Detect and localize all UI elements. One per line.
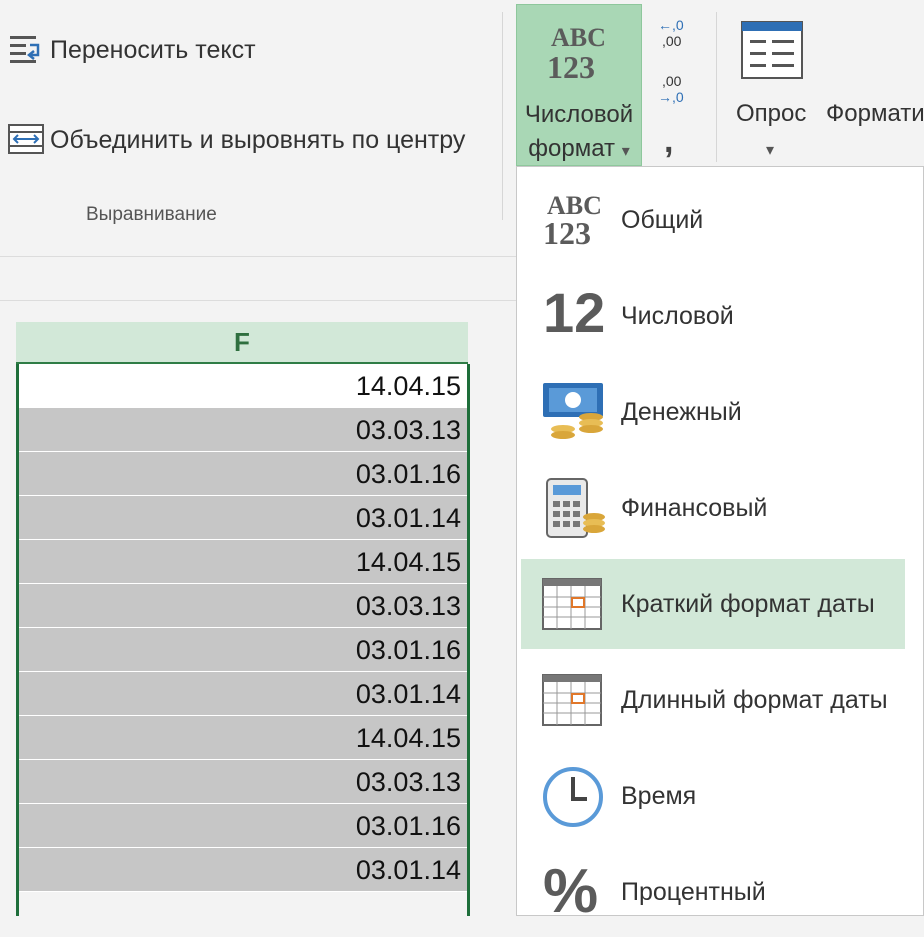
menu-item-currency[interactable]: Денежный	[521, 367, 905, 457]
cell-f11[interactable]: 03.01.16	[19, 804, 467, 848]
cell-f10[interactable]: 03.03.13	[19, 760, 467, 804]
cell-f7[interactable]: 03.01.16	[19, 628, 467, 672]
wrap-text-icon	[10, 36, 40, 63]
cell-f4[interactable]: 03.01.14	[19, 496, 467, 540]
chevron-down-icon: ▾	[766, 142, 775, 159]
calculator-icon	[546, 478, 605, 538]
cell-f9[interactable]: 14.04.15	[19, 716, 467, 760]
survey-button[interactable]: Опрос ▾	[730, 14, 820, 164]
number-format-menu: ABC 123 Общий 12 Числовой Денежный Финан…	[516, 166, 924, 923]
comma-style-button[interactable]: ,	[664, 122, 673, 161]
cell-f8[interactable]: 03.01.14	[19, 672, 467, 716]
increase-decimal-button[interactable]: ←,0 ,00	[656, 18, 696, 58]
wrap-text-button[interactable]: Переносить текст	[8, 30, 268, 74]
menu-item-accounting[interactable]: Финансовый	[521, 463, 905, 553]
merge-center-button[interactable]: Объединить и выровнять по центру	[8, 118, 488, 162]
clock-icon	[543, 767, 603, 827]
menu-item-short-date[interactable]: Краткий формат даты	[521, 559, 905, 649]
merge-center-icon	[8, 124, 44, 154]
abc-123-icon: ABC 123	[543, 191, 602, 251]
cell-f6[interactable]: 03.03.13	[19, 584, 467, 628]
menu-item-label: Финансовый	[621, 494, 768, 522]
cell-f1[interactable]: 14.04.15	[19, 364, 467, 408]
number-format-button[interactable]: ABC 123 Числовой формат ▾	[516, 4, 642, 166]
survey-label: Опрос	[736, 100, 807, 127]
calendar-icon	[542, 578, 602, 630]
currency-icon	[543, 383, 603, 439]
percent-icon: %	[543, 857, 599, 926]
column-header-f[interactable]: F	[16, 322, 468, 364]
menu-item-label: Длинный формат даты	[621, 686, 888, 714]
selected-range[interactable]: 14.04.15 03.03.13 03.01.16 03.01.14 14.04.15…	[16, 364, 470, 916]
cell-f3[interactable]: 03.01.16	[19, 452, 467, 496]
menu-item-label: Время	[621, 782, 697, 810]
decrease-decimal-button[interactable]: ,00 →,0	[656, 74, 696, 114]
chevron-down-icon: ▾	[621, 143, 630, 160]
menu-item-label: Денежный	[621, 398, 742, 426]
alignment-group-label: Выравнивание	[86, 204, 217, 225]
menu-item-time[interactable]: Время	[521, 751, 905, 841]
menu-item-label: Процентный	[621, 878, 766, 906]
menu-item-number[interactable]: 12 Числовой	[521, 271, 905, 361]
decrease-decimal-icon: →,0	[658, 89, 684, 105]
form-icon	[741, 21, 803, 79]
menu-item-label: Краткий формат даты	[621, 590, 875, 618]
number-format-label-line1: Числовой	[524, 101, 634, 128]
cell-f5[interactable]: 14.04.15	[19, 540, 467, 584]
cell-f12[interactable]: 03.01.14	[19, 848, 467, 892]
merge-center-label: Объединить и выровнять по центру	[50, 126, 466, 154]
menu-item-label: Общий	[621, 206, 704, 234]
group-separator	[716, 12, 717, 162]
menu-item-label: Числовой	[621, 302, 734, 330]
menu-item-general[interactable]: ABC 123 Общий	[521, 175, 905, 265]
wrap-text-label: Переносить текст	[50, 36, 256, 64]
format-label[interactable]: Формати	[826, 100, 924, 128]
calendar-icon	[542, 674, 602, 726]
number-12-icon: 12	[543, 281, 606, 344]
abc-123-icon: ABC 123	[547, 23, 606, 85]
group-separator	[502, 12, 503, 220]
number-format-label-line2: формат ▾	[528, 135, 630, 162]
cell-f2[interactable]: 03.03.13	[19, 408, 467, 452]
menu-item-long-date[interactable]: Длинный формат даты	[521, 655, 905, 745]
increase-decimal-icon: ←,0	[658, 17, 684, 33]
menu-item-percent[interactable]: % Процентный	[521, 847, 905, 937]
